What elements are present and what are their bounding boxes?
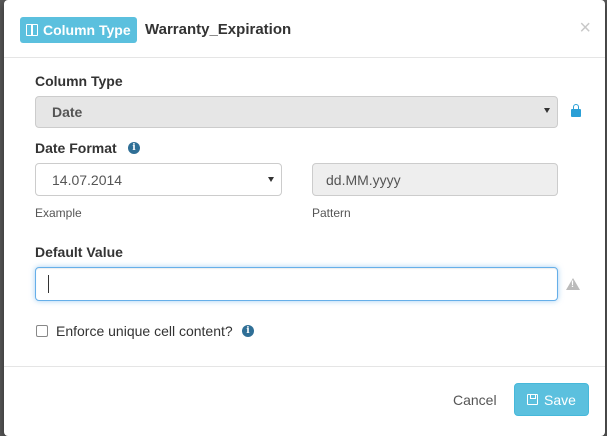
- pattern-hint: Pattern: [312, 206, 351, 220]
- chevron-down-icon: [544, 108, 550, 113]
- default-value-input[interactable]: [35, 267, 558, 301]
- column-type-value: Date: [52, 104, 83, 120]
- info-icon[interactable]: i: [242, 325, 254, 337]
- enforce-unique-checkbox[interactable]: [36, 325, 48, 337]
- default-value-label: Default Value: [35, 244, 123, 260]
- save-icon: [527, 394, 539, 405]
- cancel-button[interactable]: Cancel: [453, 392, 497, 408]
- warning-icon: [566, 278, 580, 290]
- date-format-label: Date Format: [35, 140, 117, 156]
- pattern-value: dd.MM.yyyy: [326, 171, 401, 188]
- close-icon[interactable]: ×: [579, 18, 591, 38]
- badge-label: Column Type: [43, 22, 131, 38]
- date-format-value: 14.07.2014: [52, 171, 123, 188]
- columns-icon: [26, 24, 38, 36]
- example-hint: Example: [35, 206, 82, 220]
- dialog-header: Column Type Warranty_Expiration ×: [4, 0, 605, 58]
- column-name-title: Warranty_Expiration: [145, 21, 292, 38]
- lock-icon: [571, 104, 581, 117]
- save-button[interactable]: Save: [514, 383, 589, 416]
- dialog-footer: Cancel Save: [4, 366, 605, 436]
- column-type-dialog: Column Type Warranty_Expiration × Column…: [4, 0, 605, 436]
- save-label: Save: [544, 391, 576, 408]
- column-type-label: Column Type: [35, 73, 123, 89]
- column-type-badge: Column Type: [20, 17, 137, 43]
- column-type-select: Date: [35, 96, 558, 128]
- date-format-select[interactable]: 14.07.2014: [35, 163, 282, 196]
- text-cursor: [48, 275, 49, 293]
- enforce-unique-label[interactable]: Enforce unique cell content?: [56, 323, 233, 339]
- info-icon[interactable]: i: [128, 142, 140, 154]
- pattern-field: dd.MM.yyyy: [312, 163, 558, 196]
- chevron-down-icon: [268, 177, 274, 182]
